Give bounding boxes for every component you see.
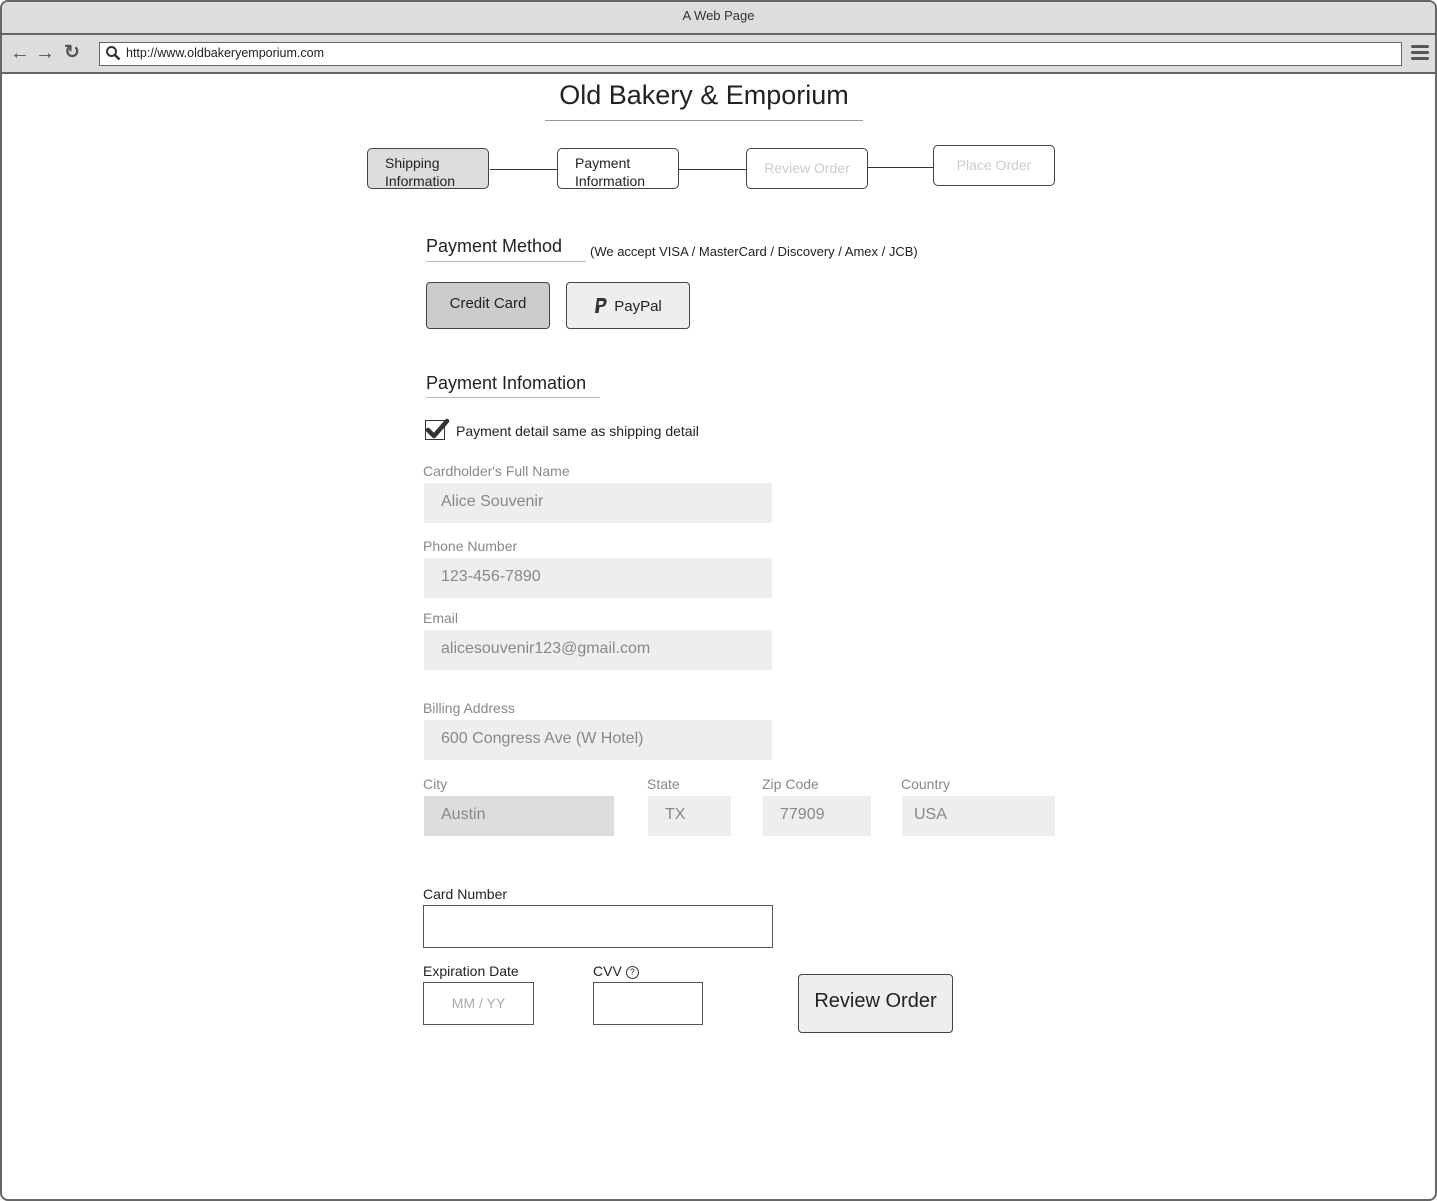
- address-bar[interactable]: http://www.oldbakeryemporium.com: [99, 42, 1402, 66]
- email-value: alicesouvenir123@gmail.com: [441, 640, 651, 657]
- step-place-order: Place Order: [933, 145, 1055, 186]
- browser-toolbar: ← → ↻ http://www.oldbakeryemporium.com: [2, 35, 1435, 74]
- section-divider: [426, 261, 586, 262]
- same-as-shipping-label: Payment detail same as shipping detail: [456, 423, 699, 439]
- credit-card-button[interactable]: Credit Card: [426, 282, 550, 329]
- back-arrow-icon[interactable]: ←: [10, 43, 30, 63]
- step-label: Payment: [575, 155, 631, 171]
- card-number-input[interactable]: [423, 905, 773, 948]
- step-label: Information: [575, 173, 646, 189]
- hamburger-menu-icon[interactable]: [1411, 45, 1429, 63]
- paypal-button[interactable]: PayPal: [566, 282, 690, 329]
- full-name-label: Cardholder's Full Name: [423, 463, 570, 479]
- cvv-label: CVV: [593, 963, 622, 979]
- step-payment-information[interactable]: Payment Information: [557, 148, 679, 189]
- state-field[interactable]: TX: [648, 796, 731, 836]
- forward-arrow-icon[interactable]: →: [35, 43, 55, 63]
- review-order-button[interactable]: Review Order: [798, 974, 953, 1033]
- url-text: http://www.oldbakeryemporium.com: [126, 46, 324, 60]
- help-icon[interactable]: ?: [625, 966, 639, 979]
- step-label: Information: [385, 173, 456, 189]
- same-as-shipping-checkbox[interactable]: [425, 418, 450, 440]
- paypal-icon: [595, 298, 607, 313]
- title-divider: [545, 120, 863, 121]
- cvv-input[interactable]: [593, 982, 703, 1025]
- full-name-value: Alice Souvenir: [441, 493, 544, 510]
- browser-window: A Web Page ← → ↻ http://www.oldbakeryemp…: [0, 0, 1437, 1201]
- step-shipping-information[interactable]: Shipping Information: [367, 148, 489, 189]
- cvv-label-group: CVV?: [593, 963, 639, 979]
- step-connector: [679, 169, 746, 170]
- site-title: Old Bakery & Emporium: [559, 80, 849, 110]
- phone-value: 123-456-7890: [441, 568, 541, 585]
- step-label: Shipping: [385, 155, 440, 171]
- accepted-cards-note: (We accept VISA / MasterCard / Discovery…: [590, 244, 918, 259]
- expiration-placeholder: MM / YY: [451, 995, 506, 1011]
- billing-address-label: Billing Address: [423, 700, 515, 716]
- checkmark-icon: [425, 418, 450, 439]
- payment-info-heading: Payment Infomation: [426, 373, 587, 393]
- step-label: Review Order: [764, 160, 850, 176]
- country-field[interactable]: USA: [902, 796, 1055, 836]
- email-field[interactable]: alicesouvenir123@gmail.com: [424, 630, 772, 670]
- payment-method-heading: Payment Method: [426, 236, 563, 256]
- credit-card-label: Credit Card: [449, 295, 527, 312]
- country-value: USA: [914, 806, 947, 823]
- zip-field[interactable]: 77909: [763, 796, 871, 836]
- search-icon: [106, 46, 121, 61]
- billing-address-value: 600 Congress Ave (W Hotel): [441, 730, 644, 747]
- billing-address-field[interactable]: 600 Congress Ave (W Hotel): [424, 720, 772, 760]
- expiration-date-label: Expiration Date: [423, 963, 519, 979]
- state-value: TX: [665, 806, 686, 823]
- review-order-label: Review Order: [814, 990, 937, 1012]
- paypal-label: PayPal: [614, 298, 662, 315]
- country-label: Country: [901, 776, 951, 792]
- step-review-order: Review Order: [746, 148, 868, 189]
- city-field[interactable]: Austin: [424, 796, 614, 836]
- full-name-field[interactable]: Alice Souvenir: [424, 483, 772, 523]
- zip-label: Zip Code: [762, 776, 819, 792]
- window-title: A Web Page: [682, 8, 755, 23]
- zip-value: 77909: [780, 806, 825, 823]
- section-divider: [426, 397, 600, 398]
- city-value: Austin: [441, 806, 486, 823]
- step-label: Place Order: [956, 157, 1032, 173]
- step-connector: [868, 167, 933, 168]
- email-label: Email: [423, 610, 459, 626]
- title-bar: A Web Page: [2, 2, 1435, 35]
- phone-field[interactable]: 123-456-7890: [424, 558, 772, 598]
- phone-label: Phone Number: [423, 538, 518, 554]
- expiration-date-input[interactable]: MM / YY: [423, 982, 534, 1025]
- state-label: State: [647, 776, 680, 792]
- reload-icon[interactable]: ↻: [64, 43, 80, 63]
- city-label: City: [423, 776, 448, 792]
- card-number-label: Card Number: [423, 886, 508, 902]
- step-connector: [490, 169, 557, 170]
